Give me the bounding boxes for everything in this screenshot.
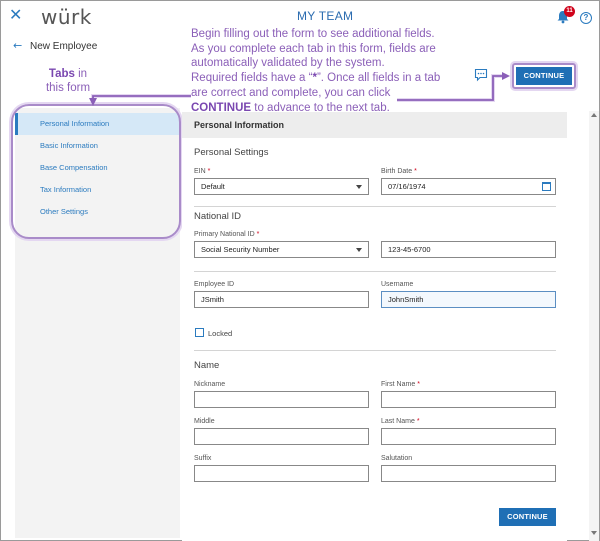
- arrow-to-tabs: [89, 94, 191, 106]
- arrow-to-continue: [397, 72, 510, 102]
- annotation-arrows: [89, 72, 510, 106]
